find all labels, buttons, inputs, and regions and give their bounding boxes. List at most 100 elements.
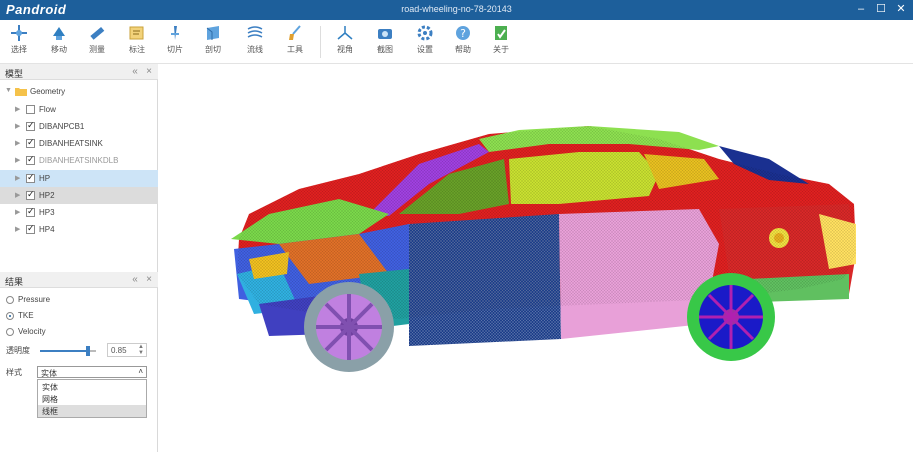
- front-wheel: [304, 282, 394, 372]
- minimize-button[interactable]: –: [854, 2, 868, 16]
- tools-button[interactable]: 工具: [278, 24, 312, 55]
- checkbox[interactable]: [26, 137, 35, 148]
- checkbox[interactable]: [26, 105, 35, 114]
- help-button[interactable]: ? 帮助: [446, 24, 480, 55]
- chevron-right-icon[interactable]: ▶: [15, 156, 20, 164]
- chevron-up-icon: ˄: [138, 367, 143, 376]
- collapse-icon[interactable]: «: [130, 274, 140, 285]
- left-panel: 模型 « × ▼ Geometry ▶ Flow ▶ DIBANPCB1 ▶ D…: [0, 64, 158, 452]
- tree-root[interactable]: ▼ Geometry: [0, 83, 158, 100]
- title-bar: Pandroid road-wheeling-no-78-20143 – ☐ ✕: [0, 0, 913, 20]
- style-dropdown: 实体 网格 线框: [37, 379, 147, 418]
- 3d-viewport[interactable]: [159, 64, 913, 452]
- style-select[interactable]: 实体 ˄: [37, 366, 147, 378]
- annotate-button[interactable]: 标注: [120, 24, 154, 55]
- style-select-value: 实体: [41, 369, 57, 378]
- screenshot-button[interactable]: 截图: [368, 24, 402, 55]
- toolbar-label: 关于: [493, 45, 509, 54]
- model-panel-header: 模型 « ×: [0, 64, 158, 80]
- car-model[interactable]: [159, 64, 913, 452]
- tree-item[interactable]: ▶ DIBANPCB1: [0, 118, 158, 135]
- chevron-right-icon[interactable]: ▶: [15, 225, 20, 233]
- opacity-label: 透明度: [6, 346, 30, 355]
- close-icon[interactable]: ×: [144, 66, 154, 77]
- opacity-spinbox[interactable]: 0.85 ▲ ▼: [107, 343, 147, 357]
- tree-item[interactable]: ▶ Flow: [0, 101, 158, 118]
- gear-icon: [417, 25, 433, 41]
- streamline-button[interactable]: 流线: [238, 24, 272, 55]
- tree-item-label: DIBANHEATSINK: [39, 139, 103, 148]
- maximize-button[interactable]: ☐: [874, 2, 888, 16]
- window-title: road-wheeling-no-78-20143: [401, 4, 512, 14]
- checkbox[interactable]: [26, 120, 35, 131]
- opacity-slider[interactable]: [40, 346, 96, 356]
- checkbox[interactable]: [26, 172, 35, 183]
- about-button[interactable]: 关于: [484, 24, 518, 55]
- tree-item[interactable]: ▶ HP2: [0, 187, 158, 204]
- radio-velocity[interactable]: [6, 328, 14, 336]
- model-panel-title: 模型: [5, 69, 24, 79]
- camera-icon: [378, 29, 392, 39]
- chevron-right-icon[interactable]: ▶: [15, 139, 20, 147]
- slider-handle[interactable]: [85, 346, 90, 356]
- chevron-right-icon[interactable]: ▶: [15, 174, 20, 182]
- toolbar-label: 剖切: [205, 45, 221, 54]
- ruler-icon: [90, 26, 105, 40]
- chevron-right-icon[interactable]: ▶: [15, 122, 20, 130]
- measure-button[interactable]: 测量: [80, 24, 114, 55]
- tree-item-label: Flow: [39, 105, 56, 114]
- radio-pressure[interactable]: [6, 296, 14, 304]
- checkbox[interactable]: [26, 189, 35, 200]
- tree-item-label: DIBANPCB1: [39, 122, 85, 131]
- radio-label: Velocity: [18, 327, 46, 336]
- rear-wheel: [687, 273, 775, 361]
- tree-item-selected[interactable]: ▶ HP: [0, 170, 158, 187]
- svg-text:?: ?: [460, 27, 466, 40]
- spinner-arrows-icon[interactable]: ▲ ▼: [138, 344, 144, 356]
- toolbar-label: 测量: [89, 45, 105, 54]
- expand-icon[interactable]: ▼: [5, 87, 12, 94]
- dropdown-option[interactable]: 网格: [38, 393, 146, 405]
- style-label: 样式: [6, 368, 22, 377]
- radio-label: Pressure: [18, 295, 51, 304]
- toolbar-label: 帮助: [455, 45, 471, 54]
- brush-icon: [289, 25, 301, 40]
- move-icon: [53, 27, 65, 40]
- radio-tke[interactable]: [6, 312, 14, 320]
- chevron-right-icon[interactable]: ▶: [15, 105, 20, 113]
- move-button[interactable]: 移动: [42, 24, 76, 55]
- chevron-right-icon[interactable]: ▶: [15, 191, 20, 199]
- toolbar-label: 流线: [247, 45, 263, 54]
- tree-item-label: DIBANHEATSINKDLB: [39, 156, 119, 165]
- section-button[interactable]: 剖切: [196, 24, 230, 55]
- toolbar-label: 截图: [377, 45, 393, 54]
- dropdown-option[interactable]: 实体: [38, 381, 146, 393]
- close-button[interactable]: ✕: [894, 2, 908, 16]
- checkbox[interactable]: [26, 223, 35, 234]
- tree-item-label: HP4: [39, 225, 55, 234]
- toolbar-separator: [320, 26, 321, 58]
- tree-item[interactable]: ▶ DIBANHEATSINK: [0, 135, 158, 152]
- axes-icon: [337, 26, 353, 40]
- settings-button[interactable]: 设置: [408, 24, 442, 55]
- close-icon[interactable]: ×: [144, 274, 154, 285]
- toolbar-label: 视角: [337, 45, 353, 54]
- collapse-icon[interactable]: «: [130, 66, 140, 77]
- opacity-value: 0.85: [111, 346, 127, 355]
- view-button[interactable]: 视角: [328, 24, 362, 55]
- slice-button[interactable]: 切片: [158, 24, 192, 55]
- streamline-icon: [247, 26, 263, 38]
- select-button[interactable]: 选择: [2, 24, 36, 55]
- chevron-right-icon[interactable]: ▶: [15, 208, 20, 216]
- tree-item[interactable]: ▶ HP4: [0, 221, 158, 238]
- tree-item[interactable]: ▶ DIBANHEATSINKDLB: [0, 152, 158, 169]
- dropdown-option[interactable]: 线框: [38, 405, 146, 417]
- slider-fill: [40, 350, 88, 352]
- pointer-icon: [11, 25, 27, 41]
- folder-icon: [15, 88, 27, 96]
- checkbox[interactable]: [26, 206, 35, 217]
- section-icon: [206, 26, 219, 40]
- result-panel-title: 结果: [5, 277, 24, 287]
- checkbox[interactable]: [26, 154, 35, 165]
- tree-item[interactable]: ▶ HP3: [0, 204, 158, 221]
